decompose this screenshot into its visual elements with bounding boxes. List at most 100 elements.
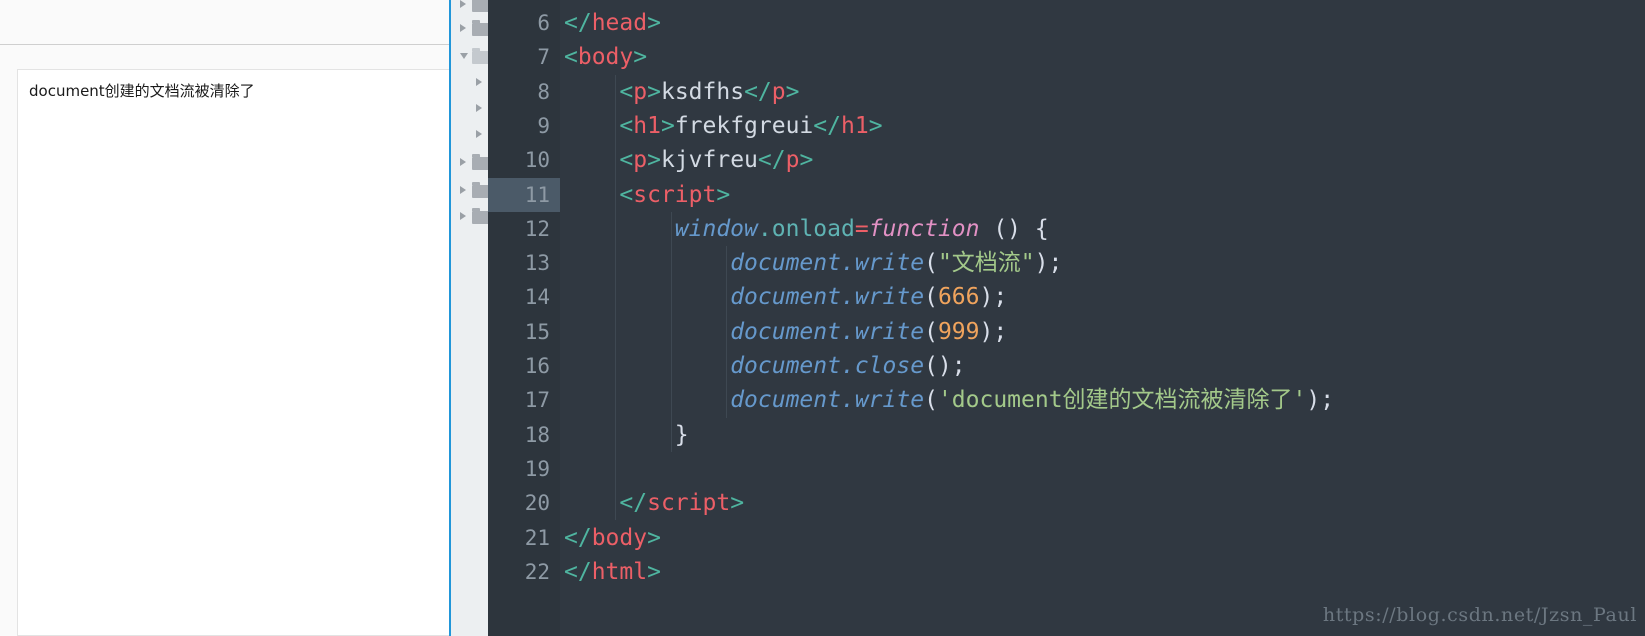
code-token: p bbox=[633, 147, 648, 174]
line-number-20[interactable]: 20 bbox=[488, 486, 550, 520]
line-number-22[interactable]: 22 bbox=[488, 555, 550, 589]
line-number-8[interactable]: 8 bbox=[488, 75, 550, 109]
code-token: ksdfhs bbox=[660, 78, 745, 105]
chevron-right-icon[interactable] bbox=[476, 77, 482, 86]
folder-icon[interactable] bbox=[472, 0, 488, 12]
code-line-8[interactable]: <p>ksdfhs</p> bbox=[619, 75, 799, 109]
line-number-16[interactable]: 16 bbox=[488, 349, 550, 383]
code-line-6[interactable]: </head> bbox=[564, 6, 661, 40]
code-token: . bbox=[840, 387, 855, 414]
line-number-19[interactable]: 19 bbox=[488, 452, 550, 486]
code-token: </ bbox=[564, 524, 592, 551]
line-number-11[interactable]: 11 bbox=[488, 178, 550, 212]
code-line-14[interactable]: document.write(666); bbox=[730, 280, 1007, 314]
project-file-tree[interactable] bbox=[450, 0, 488, 636]
tree-row-3[interactable] bbox=[450, 72, 488, 92]
line-number-7[interactable]: 7 bbox=[488, 40, 550, 74]
code-line-12[interactable]: window.onload=function () { bbox=[675, 212, 1049, 246]
chevron-right-icon[interactable] bbox=[460, 0, 466, 8]
code-line-9[interactable]: <h1>frekfgreui</h1> bbox=[619, 109, 882, 143]
chevron-right-icon[interactable] bbox=[476, 103, 482, 112]
code-line-10[interactable]: <p>kjvfreu</p> bbox=[619, 143, 813, 177]
code-token: > bbox=[868, 112, 883, 139]
folder-open-icon[interactable] bbox=[472, 48, 488, 64]
tree-row-8[interactable] bbox=[450, 206, 488, 226]
code-line-17[interactable]: document.write('document创建的文档流被清除了'); bbox=[730, 383, 1334, 417]
code-token: ); bbox=[1306, 387, 1335, 414]
code-token: ( bbox=[924, 250, 938, 277]
code-token: < bbox=[619, 112, 634, 139]
code-text-area[interactable]: </head> <body> <p>ksdfhs</p> <h1>frekfgreui… bbox=[560, 0, 1645, 636]
tree-row-2[interactable] bbox=[450, 46, 488, 66]
folder-icon[interactable] bbox=[472, 182, 488, 198]
code-line-11[interactable]: <script> bbox=[619, 178, 730, 212]
tree-row-5[interactable] bbox=[450, 124, 488, 144]
pane-divider[interactable] bbox=[449, 0, 451, 636]
line-number-9[interactable]: 9 bbox=[488, 109, 550, 143]
folder-icon[interactable] bbox=[472, 154, 488, 170]
code-token: () { bbox=[979, 215, 1049, 242]
tree-row-6[interactable] bbox=[450, 152, 488, 172]
code-editor-pane[interactable]: 6 7 8 9 10 11 12 13 14 15 16 17 18 19 20 21 22 </head> <b… bbox=[488, 0, 1645, 636]
code-line-21[interactable]: </body> bbox=[564, 521, 661, 555]
code-token: onload bbox=[771, 215, 855, 242]
editor-gutter[interactable]: 6 7 8 9 10 11 12 13 14 15 16 17 18 19 20 21 22 bbox=[488, 0, 560, 636]
code-line-7[interactable]: <body> bbox=[564, 40, 647, 74]
tree-row-4[interactable] bbox=[450, 98, 488, 118]
line-number-6[interactable]: 6 bbox=[488, 6, 550, 40]
code-token: } bbox=[674, 421, 689, 448]
line-number-10[interactable]: 10 bbox=[488, 143, 550, 177]
tree-row-7[interactable] bbox=[450, 180, 488, 200]
code-line-13[interactable]: document.write("文档流"); bbox=[730, 246, 1062, 280]
preview-viewport[interactable]: document创建的文档流被清除了 bbox=[17, 69, 453, 636]
code-token: > bbox=[647, 10, 661, 36]
code-line-16[interactable]: document.close(); bbox=[730, 349, 965, 383]
code-token: window bbox=[674, 215, 758, 242]
code-token: > bbox=[647, 558, 661, 585]
code-token: > bbox=[647, 78, 661, 105]
code-line-18[interactable]: } bbox=[675, 418, 689, 452]
code-token: < bbox=[619, 181, 634, 208]
code-token: script bbox=[647, 490, 731, 517]
tree-row-0[interactable] bbox=[450, 0, 488, 14]
chevron-right-icon[interactable] bbox=[460, 157, 466, 166]
browser-toolbar[interactable] bbox=[0, 0, 450, 45]
code-token: . bbox=[840, 353, 855, 379]
code-token: 666 bbox=[937, 284, 980, 311]
line-number-17[interactable]: 17 bbox=[488, 383, 550, 417]
code-token: > bbox=[716, 181, 731, 208]
code-token: > bbox=[633, 44, 648, 71]
line-number-21[interactable]: 21 bbox=[488, 521, 550, 555]
chevron-right-icon[interactable] bbox=[460, 211, 466, 220]
code-line-22[interactable]: </html> bbox=[564, 555, 661, 589]
code-token: p bbox=[785, 147, 800, 174]
folder-icon[interactable] bbox=[472, 208, 488, 224]
line-number-15[interactable]: 15 bbox=[488, 315, 550, 349]
code-token: write bbox=[854, 284, 925, 311]
code-token: < bbox=[619, 78, 634, 105]
code-token: </ bbox=[813, 112, 841, 139]
folder-icon[interactable] bbox=[472, 20, 488, 36]
line-number-14[interactable]: 14 bbox=[488, 280, 550, 314]
code-token: ); bbox=[1034, 250, 1063, 277]
line-number-13[interactable]: 13 bbox=[488, 246, 550, 280]
chevron-down-icon[interactable] bbox=[460, 53, 468, 59]
chevron-right-icon[interactable] bbox=[460, 185, 466, 194]
tree-row-1[interactable] bbox=[450, 18, 488, 38]
code-token: function bbox=[868, 215, 980, 242]
code-line-15[interactable]: document.write(999); bbox=[730, 315, 1007, 349]
code-token: > bbox=[730, 490, 745, 517]
line-number-18[interactable]: 18 bbox=[488, 418, 550, 452]
preview-rendered-text: document创建的文档流被清除了 bbox=[29, 82, 255, 100]
code-token: > bbox=[660, 112, 675, 139]
code-token: body bbox=[577, 44, 634, 71]
chevron-right-icon[interactable] bbox=[476, 129, 482, 138]
code-token: document bbox=[730, 353, 841, 379]
code-token: body bbox=[591, 524, 648, 551]
chevron-right-icon[interactable] bbox=[460, 23, 466, 32]
code-token: close bbox=[854, 353, 925, 379]
code-token: </ bbox=[564, 558, 592, 585]
code-token: > bbox=[785, 78, 800, 105]
code-line-20[interactable]: </script> bbox=[619, 486, 744, 520]
line-number-12[interactable]: 12 bbox=[488, 212, 550, 246]
